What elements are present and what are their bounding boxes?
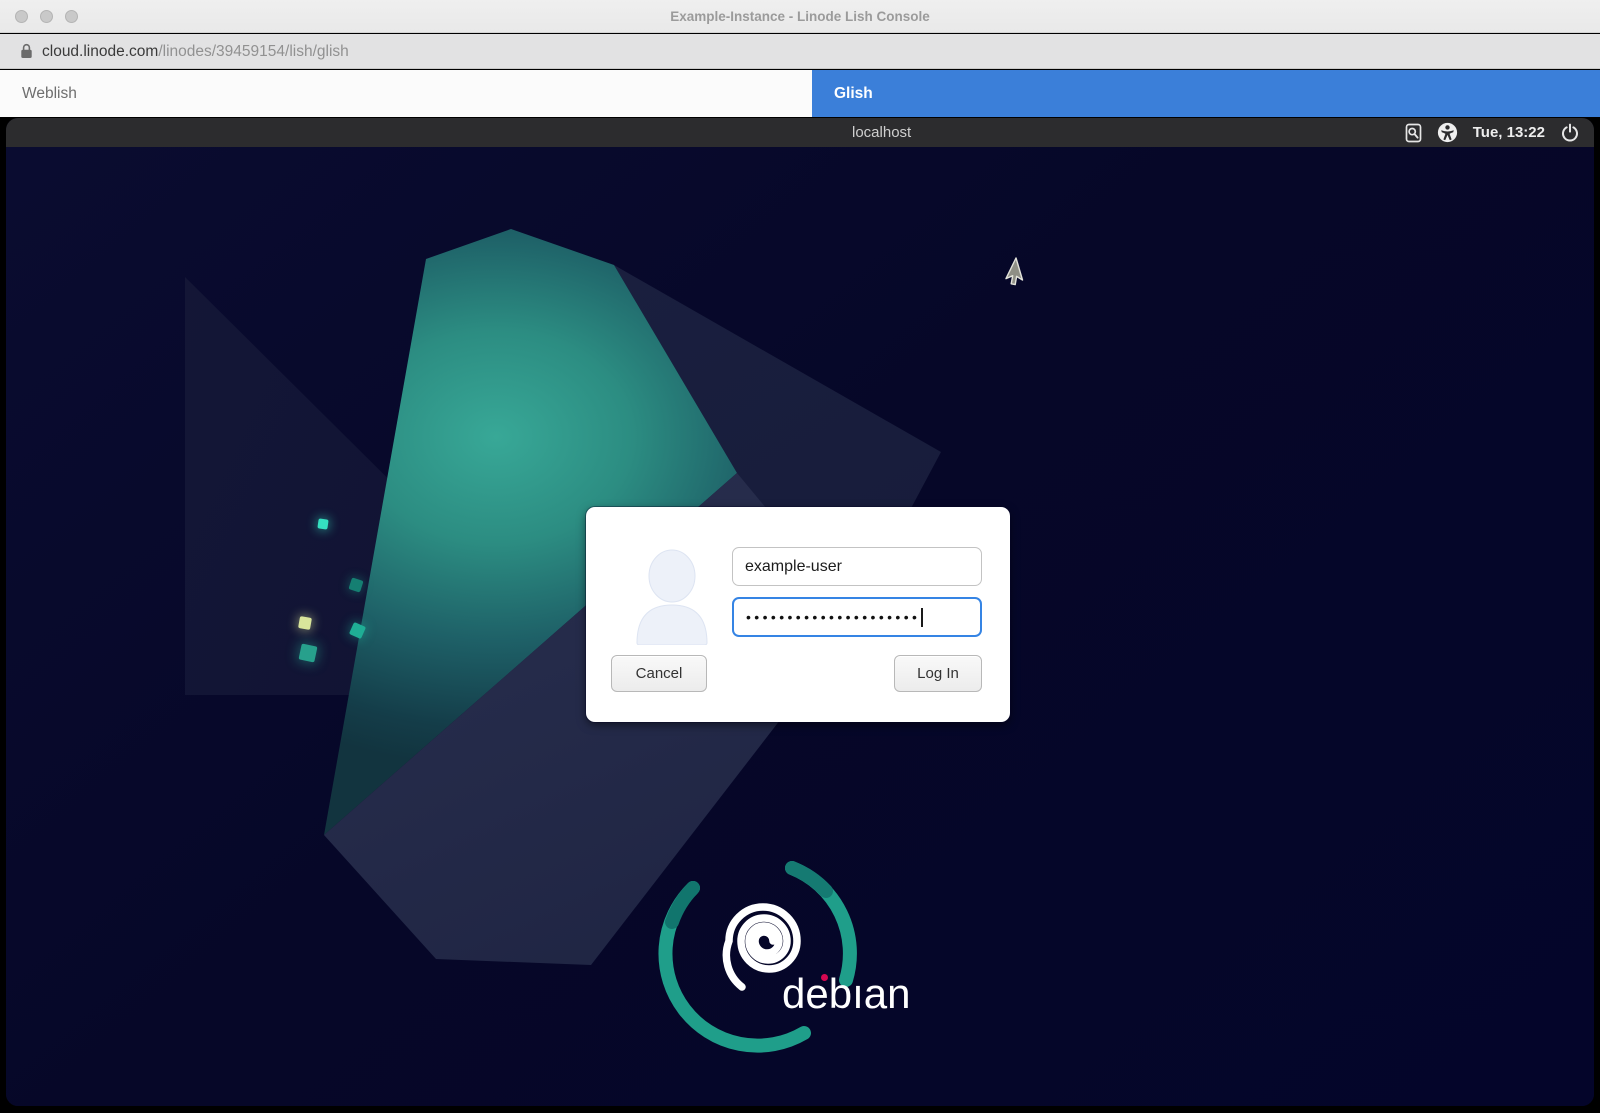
username-input[interactable]: example-user — [732, 547, 982, 586]
accessibility-icon[interactable] — [1437, 122, 1458, 143]
url-path: /linodes/39459154/lish/glish — [158, 43, 348, 60]
debian-logo: debıan — [630, 835, 930, 1106]
top-bar-status-area: Tue, 13:22 — [1405, 118, 1580, 147]
debian-word-post: an — [864, 970, 911, 1017]
power-icon[interactable] — [1560, 122, 1580, 143]
hostname-label: localhost — [852, 118, 911, 147]
browser-window: Example-Instance - Linode Lish Console c… — [0, 0, 1600, 1113]
text-caret — [921, 608, 923, 627]
url-host: cloud.linode.com — [42, 43, 158, 60]
login-dialog: example-user ••••••••••••••••••••• Cance… — [586, 507, 1010, 722]
titlebar: Example-Instance - Linode Lish Console — [0, 0, 1600, 33]
user-avatar — [634, 549, 710, 645]
clock-label[interactable]: Tue, 13:22 — [1473, 124, 1545, 141]
tab-weblish[interactable]: Weblish — [0, 70, 812, 117]
debian-wordmark: debıan — [782, 970, 910, 1018]
gnome-top-bar: localhost Tue, 13:22 — [6, 118, 1594, 147]
cancel-button[interactable]: Cancel — [611, 655, 707, 692]
window-title: Example-Instance - Linode Lish Console — [0, 0, 1600, 33]
address-text[interactable]: cloud.linode.com/linodes/39459154/lish/g… — [42, 34, 349, 69]
debian-i-dot — [821, 974, 828, 981]
login-button[interactable]: Log In — [894, 655, 982, 692]
console-area: localhost Tue, 13:22 — [0, 117, 1600, 1113]
desktop: example-user ••••••••••••••••••••• Cance… — [6, 147, 1594, 1106]
screen-magnifier-icon[interactable] — [1405, 123, 1422, 143]
tab-glish[interactable]: Glish — [812, 70, 1600, 117]
lish-tab-bar: Weblish Glish — [0, 70, 1600, 117]
debian-swirl-icon — [630, 835, 890, 1075]
password-masked-value: ••••••••••••••••••••• — [746, 599, 920, 635]
debian-word-pre: deb — [782, 970, 852, 1017]
wallpaper-spark — [317, 518, 328, 529]
lock-icon — [20, 43, 33, 59]
wallpaper-spark — [298, 616, 312, 630]
debian-word-i: ı — [852, 970, 864, 1017]
password-input[interactable]: ••••••••••••••••••••• — [732, 597, 982, 637]
wallpaper-spark — [299, 644, 318, 663]
vm-screen[interactable]: localhost Tue, 13:22 — [6, 118, 1594, 1106]
mouse-cursor-icon — [1001, 257, 1029, 291]
url-bar[interactable]: cloud.linode.com/linodes/39459154/lish/g… — [0, 34, 1600, 69]
